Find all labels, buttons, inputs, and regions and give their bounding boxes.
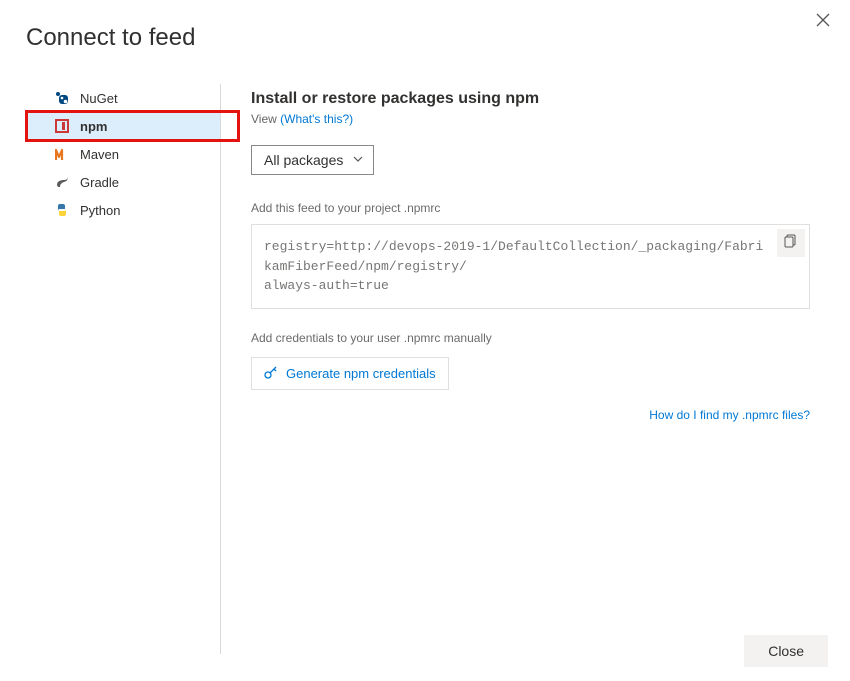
sidebar-item-nuget[interactable]: NuGet bbox=[26, 84, 220, 112]
gradle-icon bbox=[54, 174, 70, 190]
view-label: View bbox=[251, 112, 277, 126]
sidebar: NuGet npm Maven Gradle bbox=[26, 84, 221, 654]
main-panel: Install or restore packages using npm Vi… bbox=[221, 84, 850, 654]
key-icon bbox=[264, 365, 278, 382]
nuget-icon bbox=[54, 90, 70, 106]
main-title: Install or restore packages using npm bbox=[251, 90, 810, 108]
sidebar-item-python[interactable]: Python bbox=[26, 196, 220, 224]
copy-button[interactable] bbox=[777, 229, 805, 257]
sidebar-item-label: Python bbox=[80, 203, 120, 218]
chevron-down-icon bbox=[353, 154, 363, 167]
npmrc-section-label: Add this feed to your project .npmrc bbox=[251, 201, 810, 215]
maven-icon bbox=[54, 146, 70, 162]
npm-icon bbox=[54, 118, 70, 134]
help-link[interactable]: How do I find my .npmrc files? bbox=[649, 408, 810, 422]
sidebar-item-gradle[interactable]: Gradle bbox=[26, 168, 220, 196]
page-title: Connect to feed bbox=[26, 24, 195, 52]
generate-credentials-label: Generate npm credentials bbox=[286, 366, 436, 381]
generate-credentials-button[interactable]: Generate npm credentials bbox=[251, 357, 449, 390]
npmrc-code[interactable]: registry=http://devops-2019-1/DefaultCol… bbox=[251, 224, 810, 309]
dropdown-label: All packages bbox=[264, 152, 343, 168]
close-button[interactable]: Close bbox=[744, 635, 828, 667]
view-row: View (What's this?) bbox=[251, 112, 810, 126]
close-icon[interactable] bbox=[810, 10, 836, 32]
sidebar-item-label: Gradle bbox=[80, 175, 119, 190]
sidebar-item-label: NuGet bbox=[80, 91, 118, 106]
sidebar-item-npm[interactable]: npm bbox=[26, 112, 220, 140]
sidebar-item-maven[interactable]: Maven bbox=[26, 140, 220, 168]
creds-section-label: Add credentials to your user .npmrc manu… bbox=[251, 331, 810, 345]
sidebar-item-label: npm bbox=[80, 119, 107, 134]
python-icon bbox=[54, 202, 70, 218]
sidebar-item-label: Maven bbox=[80, 147, 119, 162]
code-block: registry=http://devops-2019-1/DefaultCol… bbox=[251, 224, 810, 309]
packages-dropdown[interactable]: All packages bbox=[251, 145, 374, 175]
copy-icon bbox=[784, 234, 798, 253]
whats-this-link[interactable]: (What's this?) bbox=[280, 112, 353, 126]
